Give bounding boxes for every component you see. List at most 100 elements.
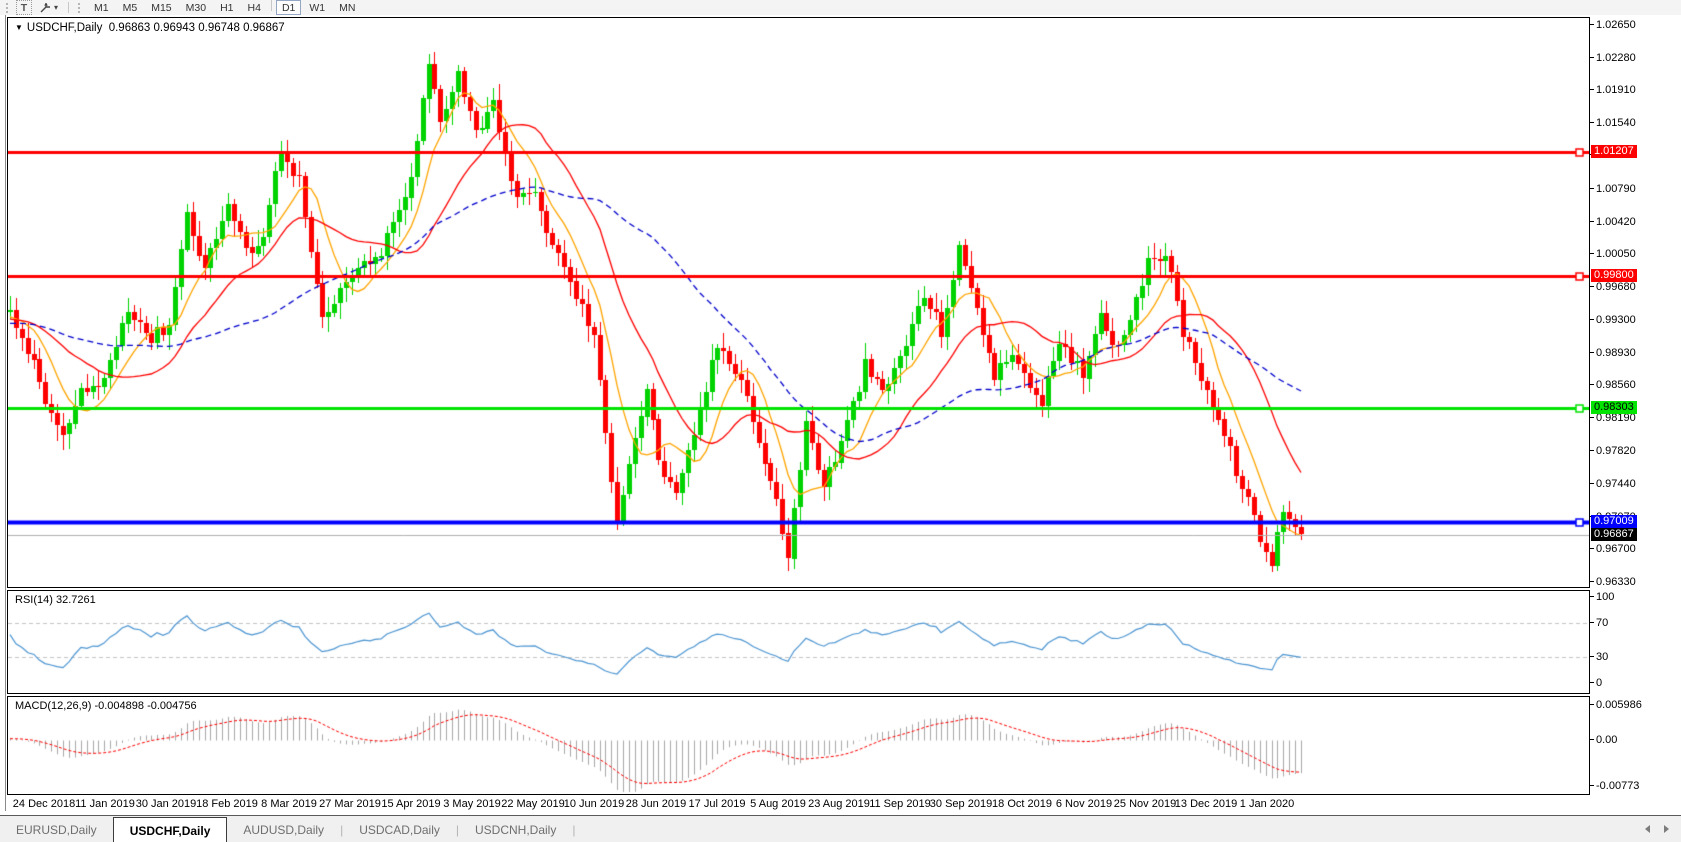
axis-tick-mark [1590, 785, 1594, 786]
date-tick-label: 15 Apr 2019 [381, 798, 441, 810]
axis-tick-label: 1.02650 [1596, 19, 1636, 31]
axis-tick-label: 0.96330 [1596, 576, 1636, 588]
time-axis[interactable]: 24 Dec 2018 11 Jan 2019 30 Jan 2019 18 Feb … [0, 797, 1590, 813]
hline-price-label: 0.97009 [1591, 515, 1637, 528]
axis-tick-mark [1590, 122, 1594, 123]
axis-tick-mark [1590, 188, 1594, 189]
price-axis[interactable]: 1.026501.022801.019101.015401.011701.007… [1590, 15, 1681, 811]
cursor-tool-button[interactable]: ▾ [34, 0, 64, 15]
hline-price-label: 0.99800 [1591, 269, 1637, 282]
axis-tick-mark [1590, 57, 1594, 58]
date-tick-label: 17 Jul 2019 [688, 798, 746, 810]
dropdown-caret-icon: ▾ [54, 2, 59, 12]
date-tick-label: 27 Mar 2019 [319, 798, 381, 810]
macd-label: MACD(12,26,9) -0.004898 -0.004756 [15, 700, 197, 712]
collapse-triangle-icon[interactable]: ▼ [15, 23, 23, 32]
ohlc-open: 0.96863 [108, 22, 151, 34]
timeframe-button-h1[interactable]: H1 [214, 0, 239, 15]
axis-tick-label: 0.98930 [1596, 347, 1636, 359]
rsi-label: RSI(14) 32.7261 [15, 594, 96, 606]
axis-tick-label: 30 [1596, 651, 1609, 663]
timeframe-button-mn[interactable]: MN [333, 0, 361, 15]
axis-tick-label: 0.005986 [1596, 699, 1642, 711]
date-tick-label: 11 Jan 2019 [75, 798, 135, 810]
axis-tick-mark [1590, 596, 1594, 597]
window-edge-line [5, 15, 6, 811]
axis-tick-label: 0.97440 [1596, 478, 1636, 490]
axis-tick-label: 0.99680 [1596, 281, 1636, 293]
date-tick-label: 25 Nov 2019 [1113, 798, 1177, 810]
hline-price-label: 1.01207 [1591, 145, 1637, 158]
timeframe-button-h4[interactable]: H4 [242, 0, 267, 15]
axis-tick-mark [1590, 682, 1594, 683]
toolbar-grip[interactable] [78, 2, 83, 13]
date-tick-label: 24 Dec 2018 [12, 798, 76, 810]
axis-tick-mark [1590, 221, 1594, 222]
tab-scroll-buttons [1645, 816, 1669, 842]
date-tick-label: 28 Jun 2019 [625, 798, 687, 810]
date-tick-label: 18 Oct 2019 [992, 798, 1052, 810]
date-tick-label: 6 Nov 2019 [1055, 798, 1113, 810]
crosshair-tool-icon [40, 3, 50, 13]
axis-tick-label: 1.00050 [1596, 248, 1636, 260]
rsi-canvas[interactable] [8, 591, 1589, 693]
macd-canvas[interactable] [8, 697, 1589, 794]
tab-scroll-left-button[interactable] [1645, 825, 1650, 833]
chart-tab-usdcnh[interactable]: USDCNH,Daily [459, 816, 572, 842]
timeframe-button-d1[interactable]: D1 [275, 0, 302, 15]
axis-tick-mark [1590, 548, 1594, 549]
ohlc-high: 0.96943 [153, 22, 196, 34]
date-tick-label: 30 Jan 2019 [135, 798, 197, 810]
chart-tab-audusd[interactable]: AUDUSD,Daily [227, 816, 340, 842]
axis-tick-label: 0.97820 [1596, 445, 1636, 457]
date-tick-label: 13 Dec 2019 [1174, 798, 1238, 810]
axis-tick-label: 1.00790 [1596, 183, 1636, 195]
axis-tick-mark [1590, 581, 1594, 582]
axis-tick-mark [1590, 622, 1594, 623]
axis-tick-label: 1.01910 [1596, 84, 1636, 96]
axis-tick-label: 0 [1596, 677, 1603, 689]
axis-tick-label: 70 [1596, 617, 1609, 629]
date-tick-label: 11 Sep 2019 [869, 798, 931, 810]
date-tick-label: 5 Aug 2019 [750, 798, 806, 810]
price-chart-canvas[interactable] [8, 18, 1589, 587]
timeframe-button-m1[interactable]: M1 [88, 0, 115, 15]
axis-tick-mark [1590, 89, 1594, 90]
toolbar: T ▾ M1 M5 M15 M30 H1 H4 D1 W1 MN [0, 0, 1681, 16]
date-tick-label: 1 Jan 2020 [1239, 798, 1295, 810]
axis-tick-mark [1590, 656, 1594, 657]
current-price-label: 0.96867 [1591, 528, 1637, 541]
axis-tick-label: 0.98560 [1596, 379, 1636, 391]
chart-tab-usdcad[interactable]: USDCAD,Daily [343, 816, 456, 842]
axis-tick-label: -0.00773 [1596, 780, 1640, 792]
tab-divider: | [572, 822, 576, 837]
axis-tick-label: 0.99300 [1596, 314, 1636, 326]
rsi-panel: RSI(14) 32.7261 [7, 590, 1590, 694]
text-tool-button[interactable]: T [16, 0, 32, 15]
price-chart-panel: ▼ USDCHF,Daily 0.96863 0.96943 0.96748 0.… [7, 17, 1590, 588]
axis-tick-mark [1590, 384, 1594, 385]
date-tick-label: 18 Feb 2019 [196, 798, 258, 810]
chart-ohlc-header: ▼ USDCHF,Daily 0.96863 0.96943 0.96748 0.… [15, 22, 285, 34]
timeframe-button-m30[interactable]: M30 [180, 0, 212, 15]
date-tick-label: 3 May 2019 [443, 798, 501, 810]
chart-tab-bar: EURUSD,Daily USDCHF,Daily AUDUSD,Daily | USD… [0, 815, 1681, 842]
axis-tick-mark [1590, 352, 1594, 353]
axis-tick-label: 1.01540 [1596, 117, 1636, 129]
axis-tick-label: 1.02280 [1596, 52, 1636, 64]
timeframe-button-m5[interactable]: M5 [117, 0, 144, 15]
timeframe-button-m15[interactable]: M15 [145, 0, 177, 15]
date-tick-label: 23 Aug 2019 [808, 798, 870, 810]
chart-region: ▼ USDCHF,Daily 0.96863 0.96943 0.96748 0.… [0, 15, 1681, 815]
axis-tick-mark [1590, 450, 1594, 451]
chart-tab-eurusd[interactable]: EURUSD,Daily [0, 816, 113, 842]
axis-tick-mark [1590, 286, 1594, 287]
timeframe-button-w1[interactable]: W1 [303, 0, 331, 15]
date-tick-label: 8 Mar 2019 [261, 798, 317, 810]
axis-tick-mark [1590, 704, 1594, 705]
chart-tab-usdchf[interactable]: USDCHF,Daily [112, 817, 228, 842]
ohlc-close: 0.96867 [243, 22, 285, 34]
tab-scroll-right-button[interactable] [1664, 825, 1669, 833]
toolbar-grip[interactable] [6, 2, 11, 13]
hline-price-label: 0.98303 [1591, 401, 1637, 414]
